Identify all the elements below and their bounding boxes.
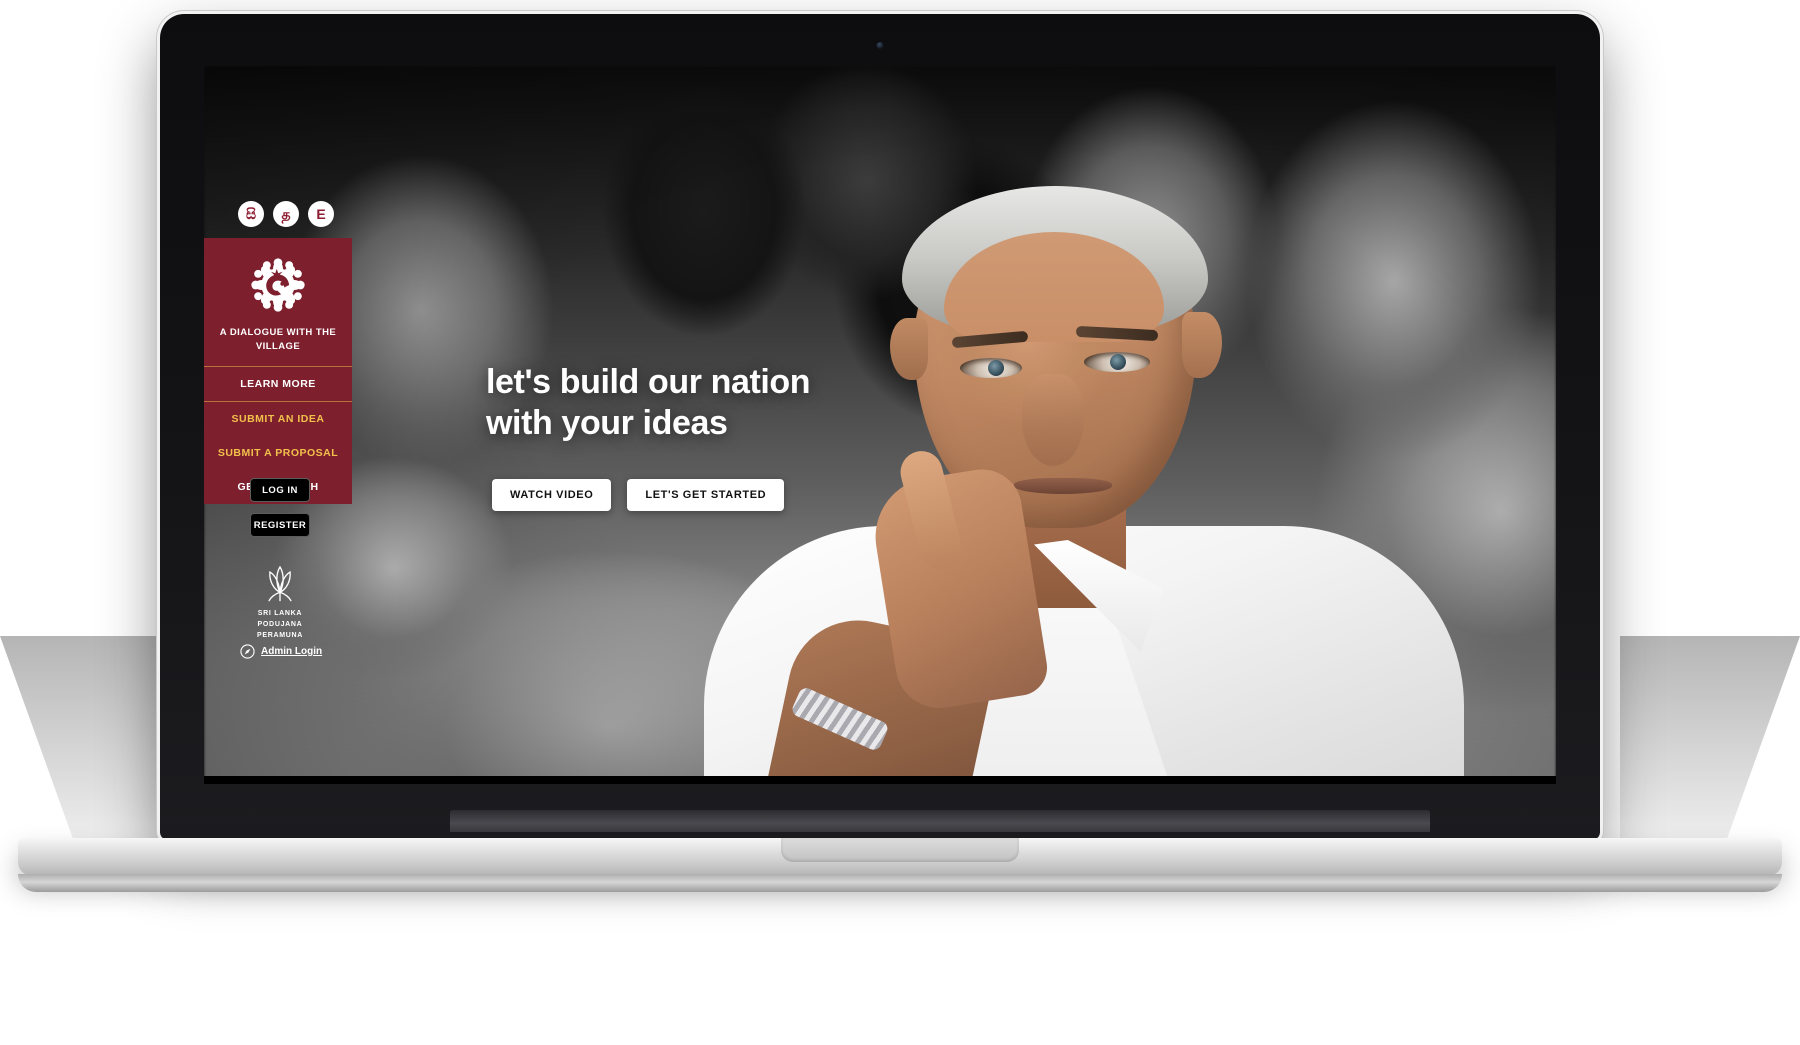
sidebar-logo[interactable] bbox=[204, 238, 352, 326]
auth-buttons: LOG IN REGISTER bbox=[250, 478, 310, 537]
party-brand: SRI LANKA PODUJANA PERAMUNA bbox=[240, 562, 320, 642]
admin-login-label: Admin Login bbox=[261, 646, 323, 657]
laptop-screen: සි த E A DIALOGUE WITH THE VILLAGE LEARN… bbox=[204, 66, 1556, 784]
watch-video-button[interactable]: WATCH VIDEO bbox=[492, 478, 612, 511]
lang-pill-tamil[interactable]: த bbox=[273, 201, 299, 227]
webcam-icon bbox=[876, 42, 884, 49]
laptop-base-shadow-right bbox=[1620, 636, 1800, 846]
sidebar-item-learn-more[interactable]: LEARN MORE bbox=[204, 365, 352, 402]
lets-get-started-button[interactable]: LET'S GET STARTED bbox=[627, 478, 785, 511]
sidebar-title: A DIALOGUE WITH THE VILLAGE bbox=[219, 327, 337, 352]
subject-nose bbox=[1022, 374, 1084, 466]
lotus-emblem-icon bbox=[251, 258, 305, 312]
sidebar-item-submit-an-idea[interactable]: SUBMIT AN IDEA bbox=[204, 402, 352, 436]
hero-headline-line-1: let's build our nation bbox=[486, 363, 811, 401]
laptop-hinge bbox=[450, 810, 1430, 832]
laptop-mockup: සි த E A DIALOGUE WITH THE VILLAGE LEARN… bbox=[0, 0, 1800, 1045]
video-letterbox-bar bbox=[204, 776, 1556, 784]
sidebar-item-submit-a-proposal[interactable]: SUBMIT A PROPOSAL bbox=[204, 436, 352, 470]
website-hero: සි த E A DIALOGUE WITH THE VILLAGE LEARN… bbox=[204, 66, 1556, 784]
subject-mouth bbox=[1014, 478, 1112, 494]
hero-headline-line-2: with your ideas bbox=[486, 404, 728, 443]
laptop-base-shadow-left bbox=[0, 636, 180, 846]
compass-icon bbox=[240, 644, 255, 659]
lang-pill-english[interactable]: E bbox=[308, 201, 334, 227]
register-button[interactable]: REGISTER bbox=[250, 513, 310, 537]
lotus-bud-icon bbox=[268, 565, 292, 602]
lang-pill-sinhala[interactable]: සි bbox=[238, 201, 264, 227]
subject-pupil-left bbox=[988, 360, 1004, 376]
party-name-line-2: PODUJANA bbox=[257, 620, 303, 628]
laptop-base-foot bbox=[18, 874, 1782, 892]
subject-pupil-right bbox=[1110, 354, 1126, 370]
language-switcher[interactable]: සි த E bbox=[238, 201, 334, 227]
admin-login-link[interactable]: Admin Login bbox=[240, 644, 322, 659]
subject-ear-right bbox=[1182, 312, 1222, 378]
party-name-line-3: PERAMUNA bbox=[256, 631, 304, 639]
hero-copy: let's build our nation with your ideas W… bbox=[486, 362, 811, 511]
laptop-base-notch bbox=[781, 838, 1019, 862]
subject-ear-left bbox=[890, 318, 928, 380]
hero-cta-group: WATCH VIDEO LET'S GET STARTED bbox=[492, 478, 810, 511]
party-name-line-1: SRI LANKA bbox=[257, 610, 303, 617]
sidebar-nav: A DIALOGUE WITH THE VILLAGE LEARN MORE S… bbox=[204, 238, 352, 504]
log-in-button[interactable]: LOG IN bbox=[250, 478, 310, 502]
